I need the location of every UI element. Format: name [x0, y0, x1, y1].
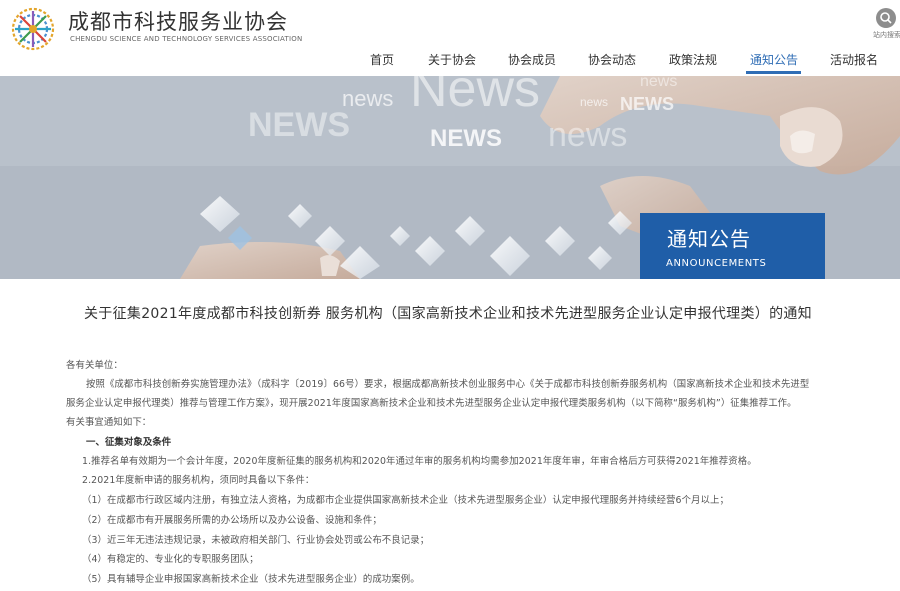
banner-subtitle: ANNOUNCEMENTS [666, 258, 767, 269]
org-name[interactable]: 成都市科技服务业协会 [68, 6, 288, 36]
banner-word: NEWS [620, 94, 674, 114]
nav-item-home[interactable]: 首页 [370, 51, 394, 68]
banner-word: news [640, 76, 677, 90]
banner-word: news [580, 95, 608, 109]
nav-item-announcements[interactable]: 通知公告 [750, 51, 798, 68]
article-list-item: （5）具有辅导企业申报国家高新技术企业（技术先进型服务企业）的成功案例。 [82, 574, 420, 585]
association-logo[interactable] [6, 2, 60, 56]
nav-item-about[interactable]: 关于协会 [428, 51, 476, 68]
article-list-item: （2）在成都市有开展服务所需的办公场所以及办公设备、设施和条件； [82, 515, 382, 526]
article-list-item: （1）在成都市行政区域内注册，有独立法人资格，为成都市企业提供国家高新技术企业（… [82, 495, 729, 506]
article-paragraph-line: 按照《成都市科技创新券实施管理办法》（成科字〔2019〕66号）要求，根据成都高… [86, 379, 810, 390]
article-paragraph-line: 1.推荐名单有效期为一个会计年度，2020年度新征集的服务机构和2020年通过年… [82, 456, 757, 467]
nav-item-policies[interactable]: 政策法规 [669, 51, 717, 68]
article-paragraph-line: 服务企业认定申报代理类）推荐与管理工作方案》，现开展2021年度国家高新技术企业… [66, 398, 797, 409]
search-icon [876, 8, 896, 28]
banner-word: NEWS [430, 125, 502, 152]
page-banner: news News news NEWS NEWS NEWS news news … [0, 76, 900, 279]
nav-item-events[interactable]: 活动报名 [830, 51, 878, 68]
site-search-button[interactable]: 站内搜索 [873, 8, 900, 40]
banner-title: 通知公告 [667, 227, 751, 251]
search-label: 站内搜索 [873, 31, 900, 39]
banner-title-box: 通知公告 ANNOUNCEMENTS [640, 213, 825, 279]
article-paragraph-line: 2.2021年度新申请的服务机构，须同时具备以下条件： [82, 475, 315, 486]
site-header: 成都市科技服务业协会 CHENGDU SCIENCE AND TECHNOLOG… [0, 0, 900, 76]
banner-word: NEWS [248, 106, 350, 144]
nav-item-news[interactable]: 协会动态 [588, 51, 636, 68]
article-section-heading: 一、征集对象及条件 [86, 437, 172, 448]
article-list-item: （3）近三年无违法违规记录，未被政府相关部门、行业协会处罚或公布不良记录； [82, 535, 430, 546]
org-name-en: CHENGDU SCIENCE AND TECHNOLOGY SERVICES … [70, 35, 303, 43]
banner-word: News [410, 76, 540, 118]
article-salutation: 各有关单位： [66, 360, 123, 371]
article-title: 关于征集2021年度成都市科技创新券 服务机构（国家高新技术企业和技术先进型服务… [84, 306, 812, 322]
article-paragraph-line: 有关事宜通知如下： [66, 417, 152, 428]
banner-word: news [548, 116, 627, 154]
nav-active-indicator [746, 71, 801, 74]
article-list-item: （4）有稳定的、专业化的专职服务团队； [82, 554, 259, 565]
nav-item-members[interactable]: 协会成员 [508, 51, 556, 68]
